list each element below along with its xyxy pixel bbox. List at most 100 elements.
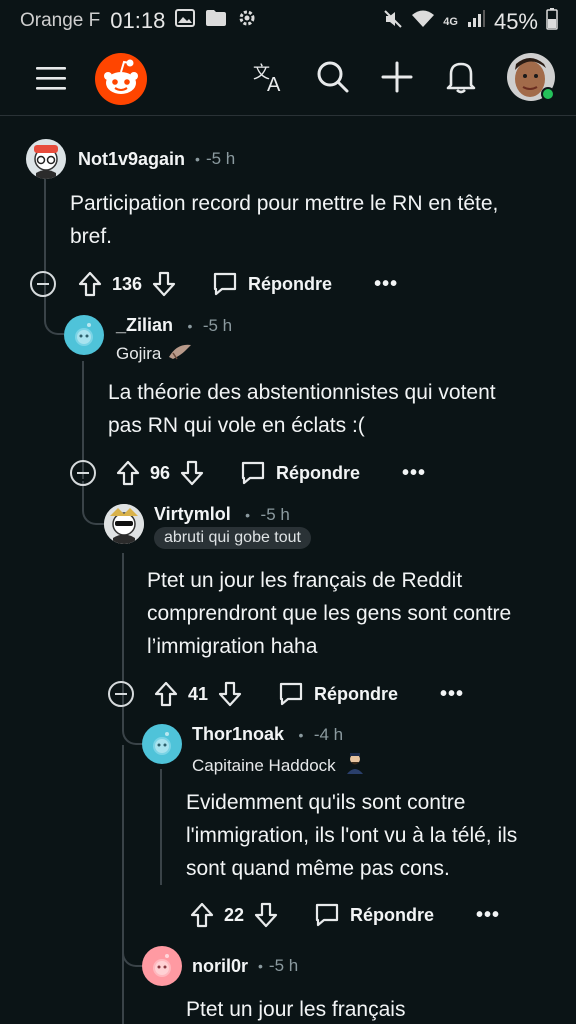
menu-icon[interactable] [28,58,74,98]
thread-line [160,769,162,885]
vote-score: 96 [150,462,171,483]
settings-icon [237,8,257,34]
comment-body: Ptet un jour les français de Reddit comp… [147,564,567,663]
reddit-logo[interactable] [94,52,148,106]
create-icon[interactable] [374,54,420,100]
separator-dot: • [187,317,193,334]
comment-actions: 136 Répondre ••• [30,264,398,304]
reply-icon [315,903,339,927]
reply-label: Répondre [314,683,399,704]
folder-icon [205,9,227,33]
reply-button[interactable]: Répondre [278,681,398,707]
collapse-button[interactable] [30,271,56,297]
upvote-icon[interactable] [190,902,214,928]
comment-line: l’immigration haha [147,635,318,658]
status-bar: Orange F 01:18 4G 45% [0,0,576,40]
comment-body: Evidemment qu'ils sont contre l'immigrat… [186,786,566,885]
vote-score: 41 [188,683,209,704]
comment-body: Participation record pour mettre le RN e… [70,187,550,253]
reply-icon [241,461,265,485]
user-avatar[interactable] [104,504,144,544]
comment-line: bref. [70,225,113,248]
flair-emoji-icon [167,341,193,366]
comment-thread: Not1v9again • -5 h Participation record … [0,117,576,1024]
comment-line: l'immigration, ils l'ont vu à la télé, i… [186,824,518,847]
comment-line: Ptet un jour les français [186,998,406,1021]
gallery-icon [175,9,196,33]
separator-dot: • [195,151,200,167]
username[interactable]: Thor1noak [192,724,284,744]
comment-line: Participation record pour mettre le RN e… [70,192,499,215]
thread-connector [122,923,142,967]
separator-dot: • [245,506,251,523]
user-flair: Gojira [116,341,193,366]
user-flair: Capitaine Haddock [192,750,368,781]
reply-icon [279,682,303,706]
user-avatar[interactable] [142,946,182,986]
mute-icon [383,9,403,35]
reply-label: Répondre [350,904,435,925]
timestamp: -5 h [260,504,290,524]
more-options-button[interactable]: ••• [402,462,426,485]
username[interactable]: noril0r [192,956,248,977]
reply-button[interactable]: Répondre [240,460,360,486]
user-avatar[interactable] [64,315,104,355]
downvote-icon[interactable] [152,271,176,297]
user-avatar[interactable] [26,139,66,179]
notifications-icon[interactable] [438,54,484,100]
svg-text:A: A [267,74,281,94]
timestamp: -5 h [202,315,233,335]
user-avatar[interactable] [142,724,182,764]
timestamp: -4 h [313,724,344,744]
flair-emoji-icon [342,750,368,781]
separator-dot: • [298,726,304,743]
comment-actions: 41 Répondre ••• [108,674,464,714]
comment-actions: 22 Répondre ••• [190,895,500,935]
comment-body: Ptet un jour les français [186,993,566,1024]
network-type-label: 4G [443,16,458,28]
clock: 01:18 [110,8,166,33]
username[interactable]: Not1v9again [78,149,185,170]
downvote-icon[interactable] [254,902,278,928]
search-icon[interactable] [310,54,356,100]
collapse-button[interactable] [108,681,134,707]
reply-button[interactable]: Répondre [314,902,434,928]
upvote-icon[interactable] [154,681,178,707]
battery-percent: 45% [493,9,538,34]
comment-line: Ptet un jour les français de Reddit [147,569,463,592]
collapse-button[interactable] [70,460,96,486]
reply-icon [213,272,237,296]
comment-line: pas RN qui vole en éclats :( [108,414,365,437]
more-options-button[interactable]: ••• [440,683,464,706]
carrier-name: Orange F [20,10,101,31]
profile-avatar[interactable] [506,52,556,102]
more-options-button[interactable]: ••• [374,273,398,296]
flair-text: Gojira [116,343,162,363]
username[interactable]: Virtymlol [154,504,231,524]
comment-line: sont quand même pas cons. [186,857,450,880]
comment-line: Evidemment qu'ils sont contre [186,791,466,814]
timestamp: -5 h [205,149,236,168]
comment-header: noril0r • -5 h [142,946,298,986]
wifi-icon [411,9,435,35]
downvote-icon[interactable] [218,681,242,707]
reply-label: Répondre [248,273,333,294]
comment-line: La théorie des abstentionnistes qui vote… [108,381,496,404]
separator-dot: • [258,958,263,974]
upvote-icon[interactable] [78,271,102,297]
timestamp: -5 h [268,956,299,975]
comment-body: La théorie des abstentionnistes qui vote… [108,376,558,442]
comment-line: comprendront que les gens sont contre [147,602,512,625]
thread-line [122,745,124,1024]
flair-text: Capitaine Haddock [192,755,336,775]
translate-icon[interactable]: 文 A [246,56,292,100]
more-options-button[interactable]: ••• [476,904,500,927]
reply-button[interactable]: Répondre [212,271,332,297]
flair-text: abruti qui gobe tout [154,527,311,549]
username[interactable]: _Zilian [116,315,173,335]
reply-label: Répondre [276,462,361,483]
upvote-icon[interactable] [116,460,140,486]
vote-score: 136 [112,273,143,294]
downvote-icon[interactable] [180,460,204,486]
user-flair: abruti qui gobe tout [154,527,311,549]
